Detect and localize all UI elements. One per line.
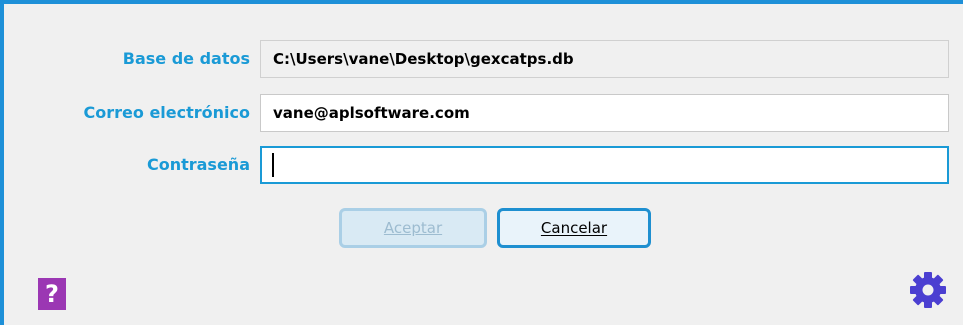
database-row: Base de datos	[4, 40, 963, 78]
accept-button[interactable]: Aceptar	[339, 208, 487, 248]
email-row: Correo electrónico	[4, 94, 963, 132]
gear-icon[interactable]	[908, 270, 948, 310]
email-field[interactable]	[260, 94, 949, 132]
accept-button-label: Aceptar	[383, 219, 443, 237]
email-label: Correo electrónico	[83, 103, 250, 122]
password-field[interactable]	[260, 146, 949, 184]
cancel-button[interactable]: Cancelar	[497, 208, 651, 248]
database-label: Base de datos	[122, 49, 250, 68]
text-caret	[272, 153, 274, 177]
gear-icon-graphic	[910, 272, 946, 308]
password-label: Contraseña	[146, 155, 250, 174]
login-dialog: Base de datos Correo electrónico Contras…	[0, 0, 963, 325]
cancel-button-label: Cancelar	[540, 219, 608, 237]
password-row: Contraseña	[4, 146, 963, 184]
help-icon[interactable]: ?	[38, 278, 66, 310]
database-field	[260, 40, 949, 78]
